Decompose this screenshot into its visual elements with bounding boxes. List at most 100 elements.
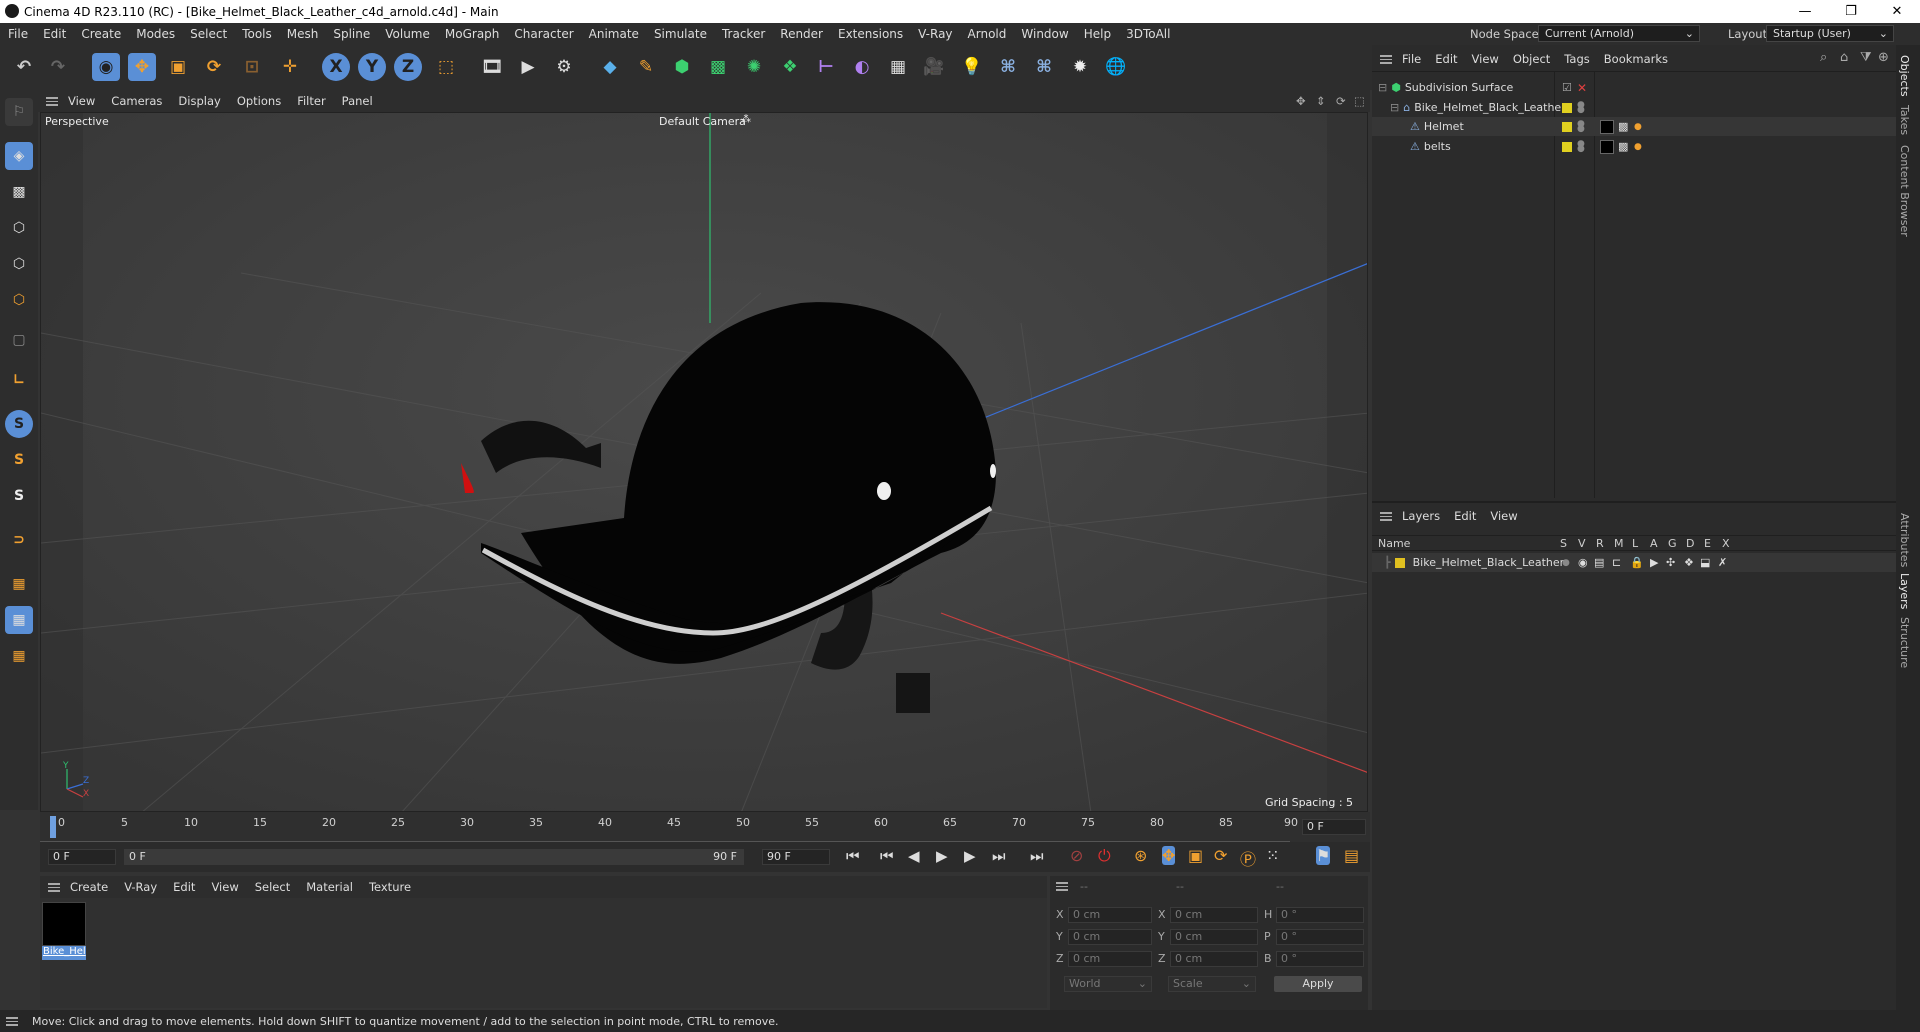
lm-menu-view[interactable]: View bbox=[1490, 509, 1517, 523]
layer-color-swatch[interactable] bbox=[1394, 557, 1405, 568]
render-picture-viewer-icon[interactable]: ▶ bbox=[514, 53, 542, 81]
vp-menu-cameras[interactable]: Cameras bbox=[111, 94, 162, 108]
coordinate-system-icon[interactable]: ⬚ bbox=[432, 53, 460, 81]
apply-button[interactable]: Apply bbox=[1274, 976, 1362, 992]
om-menu-bookmarks[interactable]: Bookmarks bbox=[1604, 52, 1668, 66]
visibility-dots-icon[interactable]: ● ● bbox=[1577, 139, 1585, 153]
menu-edit[interactable]: Edit bbox=[43, 27, 66, 41]
disable-x-icon[interactable]: ✕ bbox=[1577, 81, 1587, 95]
texture-mode-icon[interactable]: ▩ bbox=[5, 178, 33, 206]
layer-row[interactable]: ┣ Bike_Helmet_Black_Leather ● ◉ ▤ ⊏ 🔒 ▶ … bbox=[1372, 553, 1896, 572]
om-menu-view[interactable]: View bbox=[1472, 52, 1499, 66]
mograph-fracture-icon[interactable]: ❖ bbox=[776, 53, 804, 81]
layout-select[interactable]: Startup (User) ⌄ bbox=[1766, 25, 1894, 42]
timeline-ruler[interactable]: 0 5 10 15 20 25 30 35 40 45 50 55 60 65 … bbox=[40, 812, 1370, 842]
menu-mesh[interactable]: Mesh bbox=[287, 27, 319, 41]
layer-color-tag[interactable] bbox=[1562, 102, 1572, 113]
vp-menu-panel[interactable]: Panel bbox=[342, 94, 373, 108]
auto-keying-icon[interactable]: ⏻ bbox=[1098, 846, 1111, 866]
field-icon[interactable]: ◐ bbox=[848, 53, 876, 81]
point-mode-icon[interactable]: ⬡ bbox=[5, 214, 33, 242]
om-menu-tags[interactable]: Tags bbox=[1564, 52, 1589, 66]
phong-tag-icon[interactable]: ● bbox=[1634, 142, 1642, 152]
undo-icon[interactable]: ↶ bbox=[10, 53, 38, 81]
menu-tools[interactable]: Tools bbox=[242, 27, 272, 41]
arnold-settings-icon[interactable]: ✹ bbox=[1066, 53, 1094, 81]
coord-size-y-field[interactable]: 0 cm bbox=[1170, 929, 1258, 945]
tab-layers[interactable]: Layers bbox=[1898, 573, 1911, 609]
x-axis-lock-button[interactable]: X bbox=[322, 53, 350, 81]
material-thumbnail[interactable]: Bike_Hel bbox=[42, 902, 86, 960]
home-icon[interactable]: ⌂ bbox=[1840, 50, 1848, 65]
vp-menu-options[interactable]: Options bbox=[237, 94, 281, 108]
edge-mode-icon[interactable]: ⬡ bbox=[5, 250, 33, 278]
mat-menu-view[interactable]: View bbox=[211, 880, 238, 894]
polygon-mode-icon[interactable]: ⬡ bbox=[5, 286, 33, 314]
visibility-dots-icon[interactable]: ● ● bbox=[1577, 100, 1585, 114]
layer-color-tag[interactable] bbox=[1562, 121, 1572, 132]
maximize-button[interactable]: ❐ bbox=[1828, 0, 1874, 23]
menu-create[interactable]: Create bbox=[81, 27, 121, 41]
hamburger-icon[interactable] bbox=[48, 882, 60, 892]
coord-mode-world-select[interactable]: World ⌄ bbox=[1064, 976, 1152, 992]
generator-icon[interactable]: ✣ bbox=[1666, 556, 1675, 569]
menu-mograph[interactable]: MoGraph bbox=[445, 27, 500, 41]
end-frame-field[interactable]: 90 F bbox=[762, 849, 830, 865]
coord-pos-y-field[interactable]: 0 cm bbox=[1068, 929, 1152, 945]
object-row-bike-helmet[interactable]: ⊟ ⌂ Bike_Helmet_Black_Leather ● ● bbox=[1372, 98, 1896, 117]
menu-spline[interactable]: Spline bbox=[333, 27, 370, 41]
previous-frame-icon[interactable]: ◀ bbox=[908, 847, 920, 865]
render-view-icon[interactable]: 🎞 bbox=[478, 53, 506, 81]
object-row-subdivision-surface[interactable]: ⊟ ⬢ Subdivision Surface ☑ ✕ bbox=[1372, 78, 1896, 97]
record-keys-icon[interactable]: ⊘ bbox=[1070, 846, 1083, 865]
solo-s-icon[interactable]: S bbox=[5, 410, 33, 438]
expression-icon[interactable]: ⬓ bbox=[1700, 556, 1710, 569]
material-tag-icon[interactable] bbox=[1600, 119, 1614, 134]
globe-icon[interactable]: 🌐 bbox=[1102, 53, 1130, 81]
om-menu-object[interactable]: Object bbox=[1513, 52, 1550, 66]
render-clapper-icon[interactable]: ▤ bbox=[1594, 556, 1604, 569]
menu-3dtoall[interactable]: 3DToAll bbox=[1126, 27, 1170, 41]
tab-takes[interactable]: Takes bbox=[1898, 105, 1911, 135]
coord-size-x-field[interactable]: 0 cm bbox=[1170, 907, 1258, 923]
pen-spline-icon[interactable]: ✎ bbox=[632, 53, 660, 81]
axis-mode-icon[interactable]: ∟ bbox=[5, 366, 33, 394]
coord-pos-x-field[interactable]: 0 cm bbox=[1068, 907, 1152, 923]
menu-volume[interactable]: Volume bbox=[385, 27, 430, 41]
layer-color-tag[interactable] bbox=[1562, 141, 1572, 152]
menu-arnold[interactable]: Arnold bbox=[968, 27, 1007, 41]
lm-menu-edit[interactable]: Edit bbox=[1454, 509, 1476, 523]
solo-hierarchy-icon[interactable]: S bbox=[5, 446, 33, 474]
uv-mode-icon[interactable]: ▢ bbox=[5, 326, 33, 354]
key-position-icon[interactable]: ✥ bbox=[1162, 846, 1176, 865]
menu-animate[interactable]: Animate bbox=[589, 27, 639, 41]
next-key-icon[interactable]: ⏭ bbox=[992, 847, 1006, 865]
mat-menu-edit[interactable]: Edit bbox=[173, 880, 195, 894]
menu-modes[interactable]: Modes bbox=[136, 27, 175, 41]
hamburger-icon[interactable] bbox=[1056, 882, 1068, 891]
key-parameter-icon[interactable]: Ⓟ bbox=[1240, 846, 1256, 870]
new-window-icon[interactable]: ⊕ bbox=[1878, 50, 1889, 65]
make-editable-icon[interactable]: ⚐ bbox=[5, 98, 33, 126]
model-mode-icon[interactable]: ◈ bbox=[5, 142, 33, 170]
expand-icon[interactable]: ⊟ bbox=[1390, 101, 1399, 114]
menu-character[interactable]: Character bbox=[514, 27, 573, 41]
motion-system-icon[interactable]: ⚑ bbox=[1316, 846, 1331, 865]
object-row-helmet[interactable]: ⚠ Helmet ● ● ▩ ● bbox=[1372, 117, 1896, 136]
timeline-playhead[interactable] bbox=[50, 816, 56, 838]
menu-select[interactable]: Select bbox=[190, 27, 227, 41]
om-menu-file[interactable]: File bbox=[1402, 52, 1421, 66]
axis-tool-icon[interactable]: ✛ bbox=[276, 53, 304, 81]
key-scale-icon[interactable]: ▣ bbox=[1188, 846, 1203, 865]
phong-tag-icon[interactable]: ● bbox=[1634, 122, 1642, 132]
visibility-dots-icon[interactable]: ● ● bbox=[1577, 119, 1585, 133]
start-frame-field[interactable]: 0 F bbox=[48, 849, 116, 865]
vp-menu-view[interactable]: View bbox=[68, 94, 95, 108]
xref-icon[interactable]: ✗ bbox=[1718, 556, 1727, 569]
mat-menu-material[interactable]: Material bbox=[306, 880, 353, 894]
camera-object-icon[interactable]: 🎥 bbox=[920, 53, 948, 81]
light-object-icon[interactable]: 💡 bbox=[958, 53, 986, 81]
lm-menu-layers[interactable]: Layers bbox=[1402, 509, 1440, 523]
z-axis-lock-button[interactable]: Z bbox=[394, 53, 422, 81]
previous-key-icon[interactable]: ⏮ bbox=[880, 847, 894, 865]
